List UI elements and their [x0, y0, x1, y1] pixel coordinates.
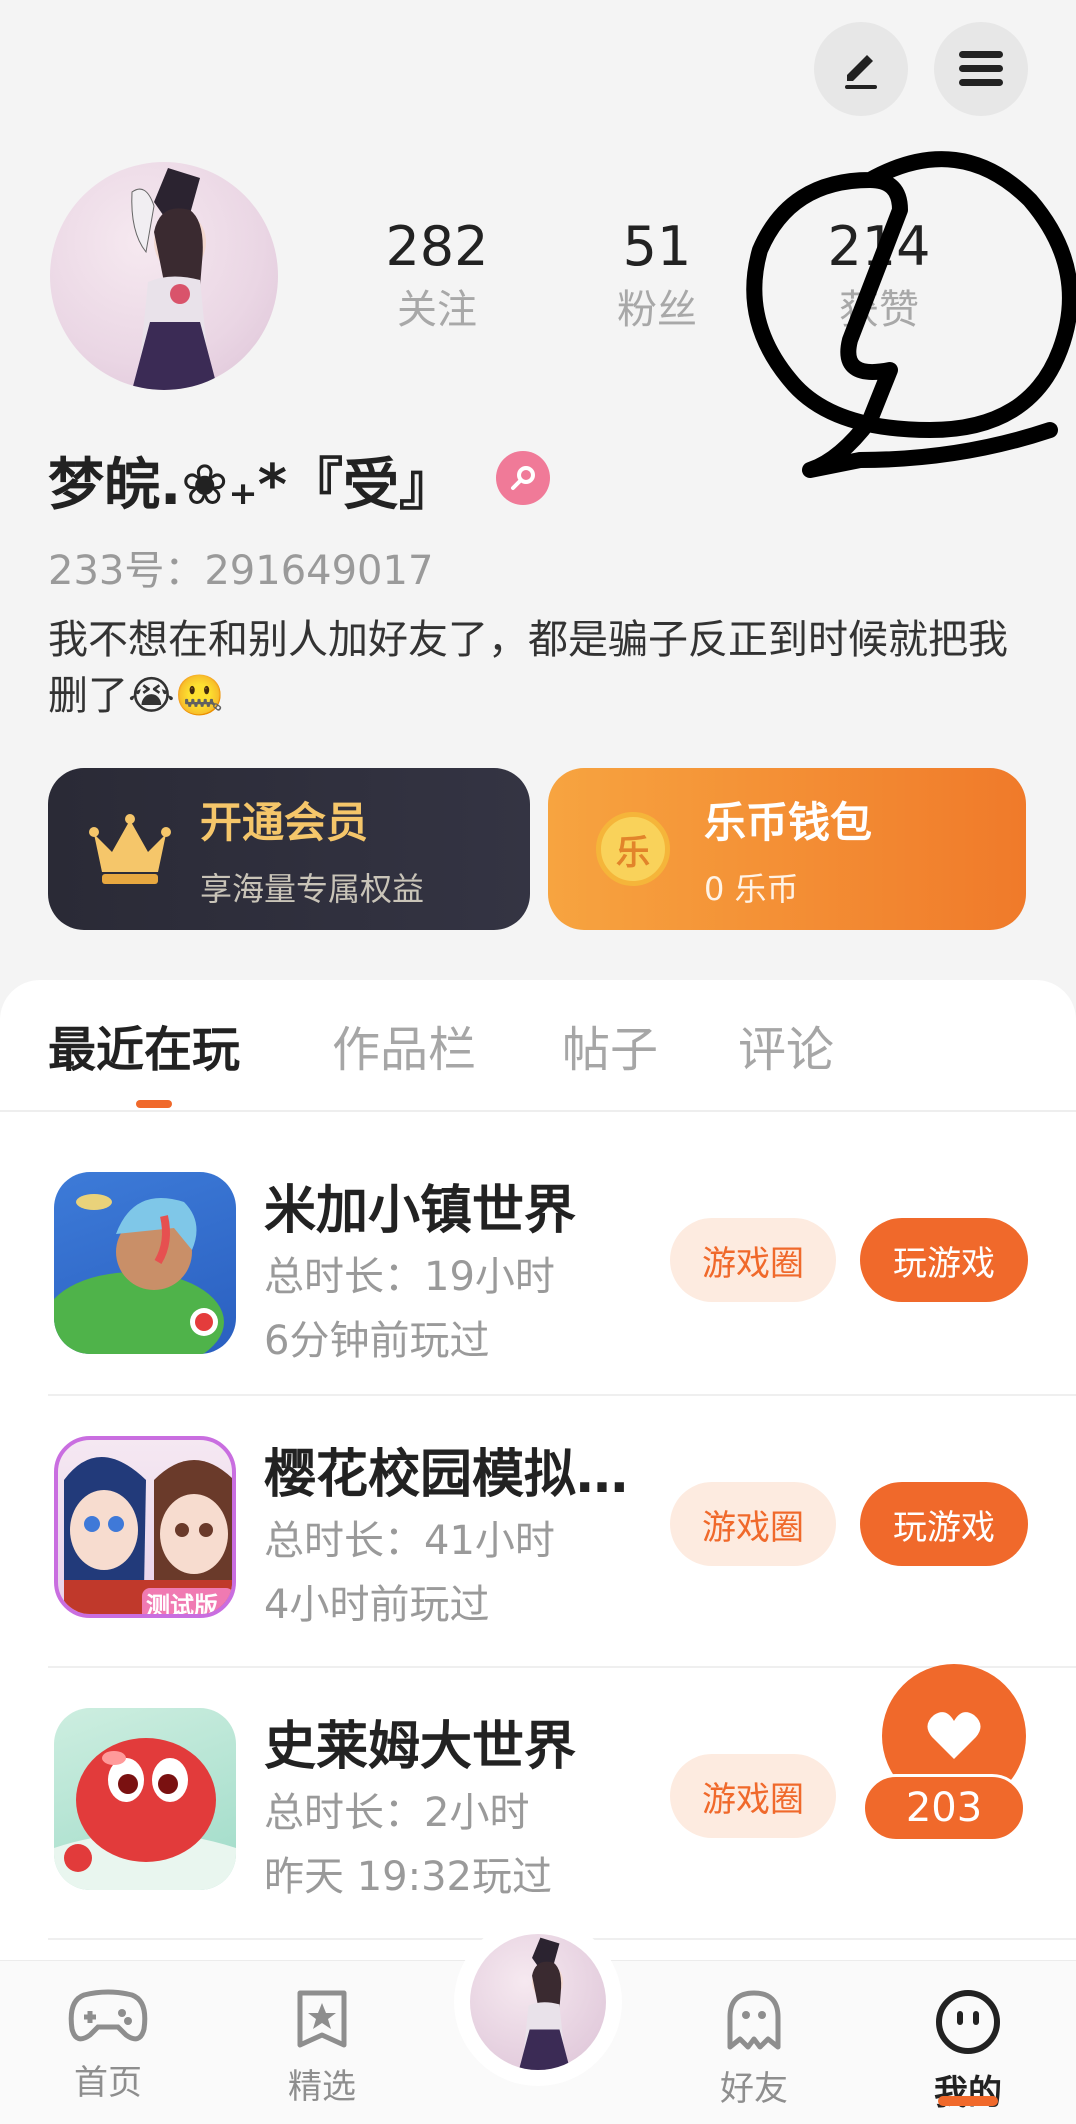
heart-icon	[927, 1712, 981, 1759]
game-last-played: 4小时前玩过	[264, 1582, 490, 1628]
gamepad-icon	[68, 1989, 148, 2042]
tabs-divider	[0, 1110, 1076, 1112]
game-duration: 总时长：19小时	[264, 1254, 555, 1300]
star-icon	[297, 1990, 347, 2048]
game-duration: 总时长：2小时	[264, 1790, 530, 1836]
stat-following-count: 282	[385, 215, 489, 278]
game-last-played: 昨天 19:32玩过	[264, 1854, 552, 1900]
menu-button[interactable]	[934, 22, 1028, 116]
avatar-character-image	[131, 168, 218, 390]
game-row[interactable]: 米加小镇世界 总时长：19小时 6分钟前玩过 游戏圈 玩游戏	[0, 1172, 1076, 1444]
game-icon-slime-world	[54, 1708, 236, 1890]
nav-home-label: 首页	[74, 2063, 142, 2103]
tab-works[interactable]: 作品栏	[332, 1010, 476, 1080]
nav-mine-label: 我的	[934, 2073, 1002, 2113]
wallet-balance: 0 乐币	[704, 869, 799, 908]
username: 梦皖.❀₊*『受』	[48, 453, 456, 518]
game-last-played: 6分钟前玩过	[264, 1318, 490, 1364]
game-duration: 总时长：41小时	[264, 1518, 555, 1564]
nav-featured-label: 精选	[288, 2067, 356, 2107]
nav-home[interactable]: 首页	[38, 1989, 178, 2104]
pencil-icon	[845, 55, 877, 89]
play-game-button[interactable]: 玩游戏	[860, 1218, 1028, 1302]
coin-icon-text: 乐	[616, 832, 650, 873]
active-tab-indicator	[136, 1100, 172, 1108]
female-icon	[496, 451, 550, 505]
user-id[interactable]: 233号：291649017	[48, 538, 433, 596]
beta-badge: 测试版	[146, 1592, 218, 1618]
like-count: 203	[862, 1774, 1026, 1842]
game-name: 樱花校园模拟…	[264, 1445, 629, 1505]
game-name: 米加小镇世界	[264, 1181, 577, 1241]
nav-featured[interactable]: 精选	[252, 1989, 392, 2108]
tab-recent-playing[interactable]: 最近在玩	[48, 1010, 240, 1080]
row-divider	[48, 1666, 1076, 1668]
wallet-title: 乐币钱包	[704, 797, 873, 847]
stat-fans-label: 粉丝	[617, 287, 697, 333]
tab-comments[interactable]: 评论	[738, 1010, 834, 1080]
vip-title: 开通会员	[200, 797, 369, 847]
ghost-icon	[727, 1990, 781, 2050]
row-divider	[48, 1394, 1076, 1396]
stat-fans[interactable]: 51 粉丝	[572, 212, 742, 338]
face-icon	[936, 1990, 1000, 2054]
coin-icon: 乐	[596, 812, 670, 886]
game-icon-sakura-school: 测试版	[54, 1436, 236, 1618]
tab-posts[interactable]: 帖子	[562, 1010, 658, 1080]
crown-icon	[89, 814, 171, 884]
wallet-card[interactable]: 乐 乐币钱包 0 乐币	[548, 768, 1026, 930]
stat-following-label: 关注	[397, 287, 477, 333]
avatar[interactable]	[50, 162, 278, 390]
user-bio: 我不想在和别人加好友了，都是骗子反正到时候就把我删了😭🤐	[48, 617, 1008, 719]
hamburger-icon	[959, 51, 1003, 86]
edit-profile-button[interactable]	[814, 22, 908, 116]
play-game-button[interactable]: 玩游戏	[860, 1482, 1028, 1566]
nav-center-avatar-button[interactable]	[462, 1926, 614, 2078]
scribble-annotation	[746, 151, 1076, 478]
vip-card[interactable]: 开通会员 享海量专属权益	[48, 768, 530, 930]
active-nav-underline	[938, 2096, 998, 2106]
game-circle-button[interactable]: 游戏圈	[670, 1218, 836, 1302]
game-circle-button[interactable]: 游戏圈	[670, 1482, 836, 1566]
nav-friends[interactable]: 好友	[684, 1989, 824, 2110]
game-circle-button[interactable]: 游戏圈	[670, 1754, 836, 1838]
nav-center-avatar	[470, 1934, 606, 2070]
stat-fans-count: 51	[622, 215, 692, 278]
game-icon-miga-town	[54, 1172, 236, 1354]
vip-subtitle: 享海量专属权益	[200, 869, 425, 908]
game-name: 史莱姆大世界	[264, 1717, 577, 1777]
stat-following[interactable]: 282 关注	[352, 212, 522, 338]
nav-friends-label: 好友	[720, 2069, 788, 2109]
